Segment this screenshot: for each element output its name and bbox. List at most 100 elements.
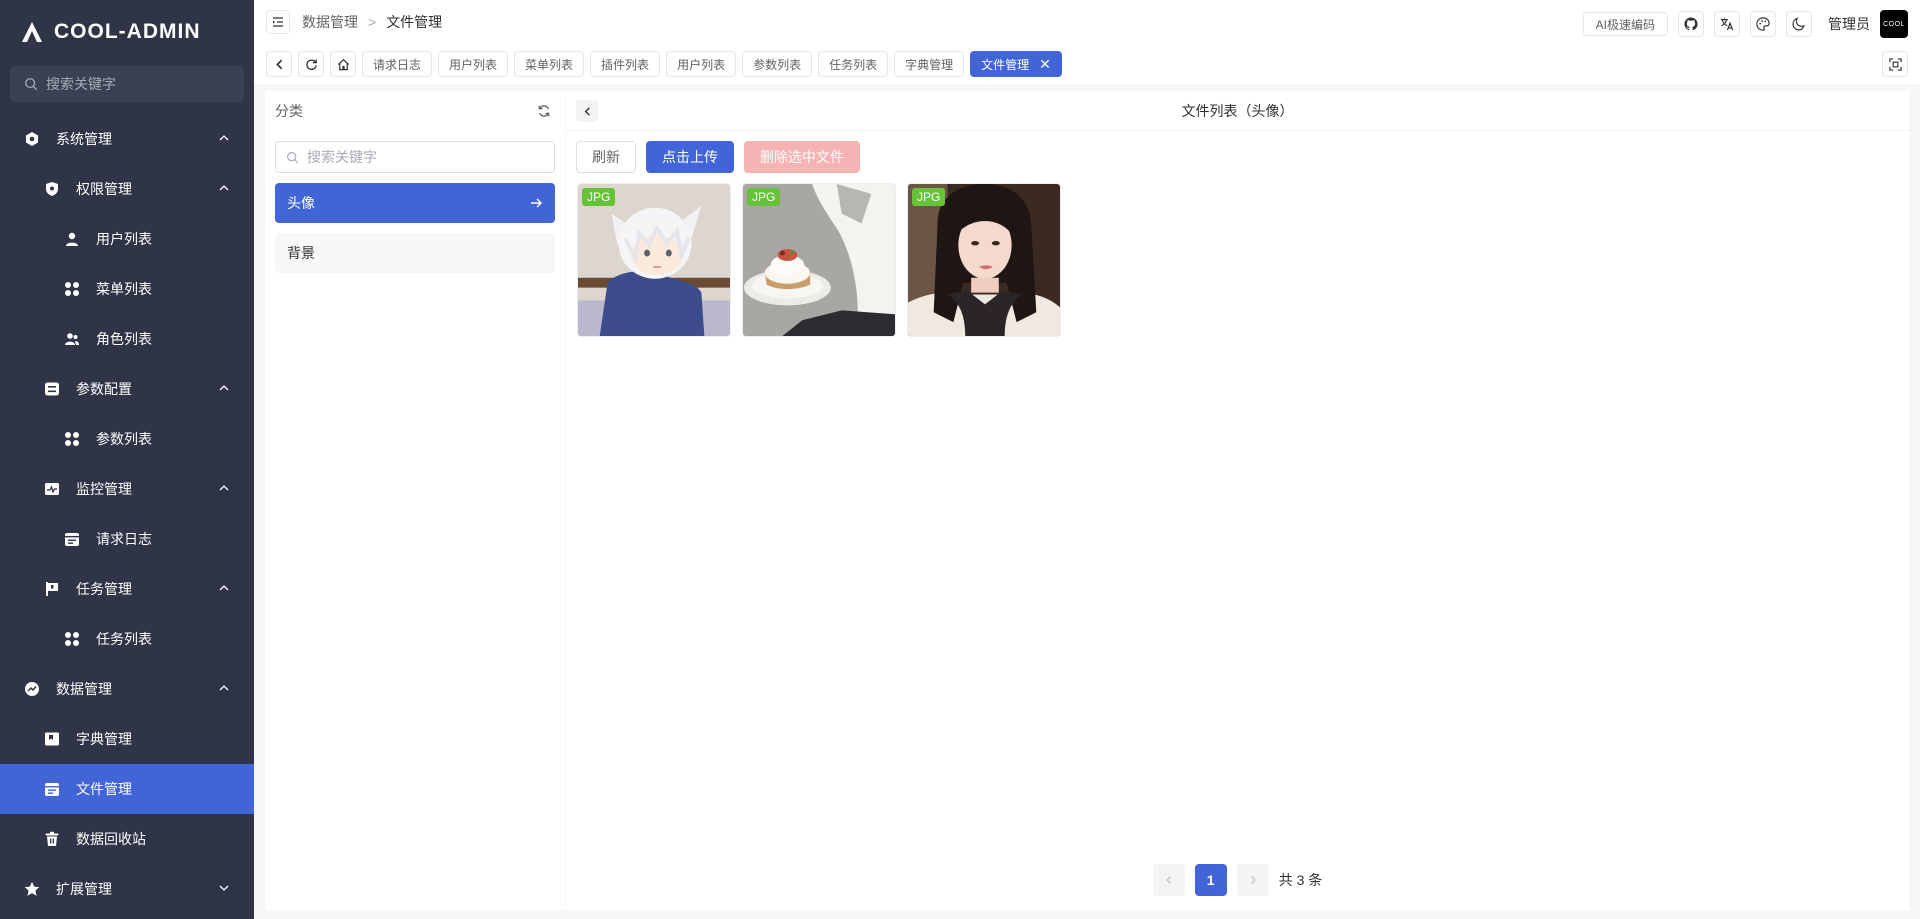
collapse-category-button[interactable] — [576, 100, 598, 122]
sidebar-search-input[interactable]: 搜索关键字 — [10, 66, 244, 102]
chevron-right-icon — [1250, 876, 1256, 884]
tab-close-icon[interactable]: ✕ — [1039, 56, 1051, 73]
grid-icon — [64, 431, 80, 447]
tab-task-list[interactable]: 任务列表 — [818, 51, 889, 77]
logo-text: COOL-ADMIN — [54, 20, 201, 43]
delete-selected-button[interactable]: 删除选中文件 — [744, 141, 860, 173]
avatar[interactable]: COOL — [1880, 10, 1908, 38]
language-button[interactable] — [1714, 11, 1740, 37]
tabs-refresh-button[interactable] — [298, 51, 324, 77]
home-icon — [337, 58, 349, 70]
process-tabs: 请求日志 用户列表 菜单列表 插件列表 用户列表 参数列表 任务列表 字典管理 … — [254, 44, 1920, 84]
tabs-home-button[interactable] — [330, 51, 356, 77]
tab-request-log[interactable]: 请求日志 — [362, 51, 433, 77]
user-icon — [64, 231, 80, 247]
file-panel: 文件列表（头像） 刷新 点击上传 删除选中文件 JPG JPG JPG 1 共 … — [566, 91, 1909, 910]
sidebar-item-recycle[interactable]: 数据回收站 — [0, 814, 254, 864]
user-name[interactable]: 管理员 — [1828, 14, 1870, 34]
sidebar-item-label: 监控管理 — [76, 481, 132, 497]
star-icon — [24, 881, 40, 897]
chart-icon — [24, 681, 40, 697]
tab-dict-manage[interactable]: 字典管理 — [894, 51, 965, 77]
sidebar-item-label: 任务管理 — [76, 581, 132, 597]
chevron-up-icon — [219, 135, 229, 141]
sidebar-item-label: 角色列表 — [96, 331, 152, 347]
sidebar-item-label: 菜单列表 — [96, 281, 152, 297]
category-search-input[interactable]: 搜索关键字 — [275, 141, 555, 173]
sliders-icon — [44, 381, 60, 397]
category-item-avatar[interactable]: 头像 — [275, 183, 555, 223]
tab-param-list[interactable]: 参数列表 — [742, 51, 813, 77]
tab-plugin-list[interactable]: 插件列表 — [590, 51, 661, 77]
pagination-total: 共 3 条 — [1278, 872, 1323, 888]
search-icon — [25, 78, 38, 91]
header-tools: AI极速编码 管理员 COOL — [1582, 10, 1908, 38]
file-card[interactable]: JPG — [907, 183, 1061, 337]
sidebar-item-label: 文件管理 — [76, 781, 132, 797]
logo[interactable]: COOL-ADMIN — [0, 0, 254, 64]
upload-button[interactable]: 点击上传 — [646, 141, 734, 173]
page-number-current[interactable]: 1 — [1194, 864, 1227, 896]
sidebar-item-system[interactable]: 系统管理 — [0, 114, 254, 164]
moon-icon — [1792, 17, 1805, 31]
category-item-background[interactable]: 背景 — [275, 233, 555, 273]
pagination: 1 共 3 条 — [566, 864, 1909, 896]
file-card[interactable]: JPG — [577, 183, 731, 337]
sidebar: COOL-ADMIN 搜索关键字 系统管理 权限管理 用户列表 菜单列表 角色列… — [0, 0, 254, 919]
calendar-icon — [64, 531, 80, 547]
sidebar-item-label: 扩展管理 — [56, 881, 112, 897]
sidebar-item-menu-list[interactable]: 菜单列表 — [0, 264, 254, 314]
chevron-up-icon — [219, 185, 229, 191]
fullscreen-button[interactable] — [1882, 51, 1908, 77]
file-card[interactable]: JPG — [742, 183, 896, 337]
github-button[interactable] — [1678, 11, 1704, 37]
chevron-up-icon — [219, 485, 229, 491]
refresh-icon[interactable] — [537, 104, 551, 118]
sidebar-item-label: 参数配置 — [76, 381, 132, 397]
sidebar-item-file-manage[interactable]: 文件管理 — [0, 764, 254, 814]
sidebar-item-task-manage[interactable]: 任务管理 — [0, 564, 254, 614]
tabs-back-button[interactable] — [266, 51, 292, 77]
sidebar-item-role-list[interactable]: 角色列表 — [0, 314, 254, 364]
prev-page-button[interactable] — [1152, 864, 1185, 896]
top-header: 数据管理 > 文件管理 AI极速编码 管理员 COOL — [254, 0, 1920, 44]
next-page-button[interactable] — [1236, 864, 1269, 896]
dark-mode-button[interactable] — [1786, 11, 1812, 37]
breadcrumb-item[interactable]: 数据管理 — [302, 12, 358, 32]
tab-user-list-2[interactable]: 用户列表 — [666, 51, 737, 77]
grid-icon — [64, 281, 80, 297]
sidebar-item-task-list[interactable]: 任务列表 — [0, 614, 254, 664]
search-icon — [287, 151, 299, 163]
sidebar-toggle-button[interactable] — [266, 10, 290, 34]
sidebar-item-param-config[interactable]: 参数配置 — [0, 364, 254, 414]
sidebar-item-permission[interactable]: 权限管理 — [0, 164, 254, 214]
file-thumbnail-image — [743, 184, 895, 336]
logo-icon — [22, 22, 42, 42]
theme-color-button[interactable] — [1750, 11, 1776, 37]
chevron-left-icon — [1165, 876, 1171, 884]
sidebar-item-label: 数据回收站 — [76, 831, 146, 847]
settings-icon — [24, 131, 40, 147]
users-icon — [64, 331, 80, 347]
flag-icon — [44, 581, 60, 597]
tab-menu-list[interactable]: 菜单列表 — [514, 51, 585, 77]
ai-code-button[interactable]: AI极速编码 — [1582, 12, 1668, 36]
sidebar-item-monitor[interactable]: 监控管理 — [0, 464, 254, 514]
sidebar-item-param-list[interactable]: 参数列表 — [0, 414, 254, 464]
sidebar-item-dict[interactable]: 字典管理 — [0, 714, 254, 764]
category-title: 分类 — [275, 103, 303, 119]
arrow-right-icon — [531, 198, 542, 208]
github-icon — [1684, 17, 1698, 31]
sidebar-item-request-log[interactable]: 请求日志 — [0, 514, 254, 564]
tab-file-manage[interactable]: 文件管理 ✕ — [970, 51, 1062, 77]
sidebar-item-extension[interactable]: 扩展管理 — [0, 864, 254, 914]
sidebar-item-data-manage[interactable]: 数据管理 — [0, 664, 254, 714]
sidebar-item-user-list[interactable]: 用户列表 — [0, 214, 254, 264]
refresh-button[interactable]: 刷新 — [576, 141, 636, 173]
tab-user-list[interactable]: 用户列表 — [438, 51, 509, 77]
sidebar-item-label: 系统管理 — [56, 131, 112, 147]
file-thumbnail-image — [908, 184, 1060, 336]
file-type-badge: JPG — [582, 188, 616, 206]
sidebar-item-label: 任务列表 — [96, 631, 152, 647]
grid-icon — [64, 631, 80, 647]
